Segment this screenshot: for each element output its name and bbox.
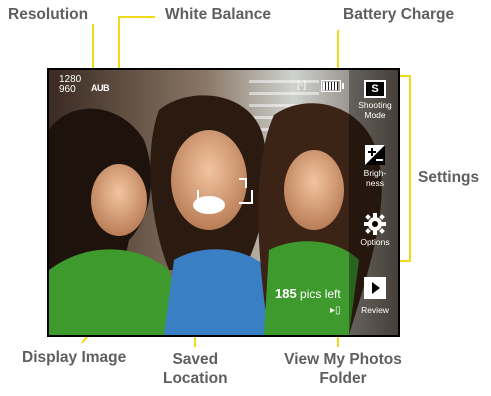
white-balance-indicator: AUB [91,83,110,93]
options-gear-icon [364,213,386,235]
resolution-readout: 1280 960 [59,75,81,95]
brightness-label-2: ness [366,178,384,188]
focus-bracket-br [239,190,253,204]
shooting-mode-label-1: Shooting [358,100,392,110]
shooting-mode-button[interactable]: S Shooting Mode [355,80,395,120]
battery-icon [321,80,344,92]
brightness-button[interactable]: Brigh- ness [355,144,395,188]
options-button[interactable]: Options [355,213,395,247]
review-button[interactable]: Review [355,277,395,315]
brightness-icon [364,144,386,166]
location-icon: ▸▯ [330,305,341,316]
display-image [49,70,398,335]
focus-bracket-tr [239,178,247,188]
pics-count: 185 [275,286,297,301]
shooting-mode-icon: S [364,80,386,98]
pics-suffix: pics left [300,287,341,301]
self-timer-icon: [◦] [297,80,307,91]
focus-bracket-bl [197,190,211,204]
camera-viewfinder[interactable]: 1280 960 AUB [◦] S Shooting Mode Brigh- … [47,68,400,337]
shooting-mode-label-2: Mode [364,110,386,120]
review-label: Review [361,305,389,315]
options-label: Options [360,237,390,247]
pics-left-readout: 185 pics left [275,286,341,301]
resolution-height: 960 [59,84,76,95]
brightness-label-1: Brigh- [363,168,387,178]
review-play-icon [364,277,386,299]
